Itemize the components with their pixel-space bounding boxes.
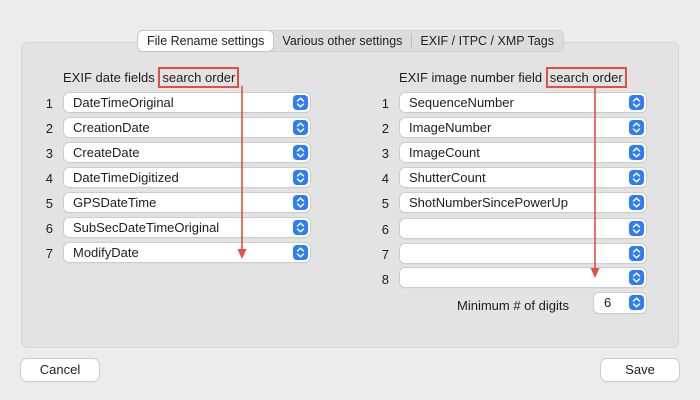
minimum-digits-stepper[interactable]: 6 — [594, 293, 646, 313]
right-number-field-select[interactable]: ShutterCount — [400, 168, 646, 187]
select-value: ShotNumberSincePowerUp — [409, 195, 568, 210]
up-down-chevron-icon[interactable] — [293, 245, 308, 260]
right-row-number: 4 — [381, 171, 389, 186]
right-number-field-select[interactable] — [400, 244, 646, 263]
up-down-chevron-icon[interactable] — [293, 195, 308, 210]
right-number-field-select[interactable]: ImageNumber — [400, 118, 646, 137]
left-date-field-select[interactable]: DateTimeDigitized — [64, 168, 310, 187]
tab-bar: File Rename settings Various other setti… — [137, 30, 565, 52]
right-row-number: 2 — [381, 121, 389, 136]
left-column-header: EXIF date fields search order — [63, 67, 240, 88]
up-down-chevron-icon[interactable] — [629, 221, 644, 236]
right-number-field-select[interactable]: ShotNumberSincePowerUp — [400, 193, 646, 212]
right-number-field-select[interactable] — [400, 268, 646, 287]
up-down-chevron-icon[interactable] — [629, 170, 644, 185]
select-value: CreationDate — [73, 120, 150, 135]
left-date-field-select[interactable]: DateTimeOriginal — [64, 93, 310, 112]
right-row-number: 1 — [381, 96, 389, 111]
select-value: CreateDate — [73, 145, 140, 160]
select-value: DateTimeDigitized — [73, 170, 179, 185]
left-header-label: EXIF date fields — [63, 70, 159, 85]
select-value: ImageCount — [409, 145, 480, 160]
up-down-chevron-icon[interactable] — [629, 295, 644, 310]
select-value: SubSecDateTimeOriginal — [73, 220, 220, 235]
tab-exif-itpc-xmp-tags[interactable]: EXIF / ITPC / XMP Tags — [411, 31, 563, 51]
up-down-chevron-icon[interactable] — [293, 220, 308, 235]
up-down-chevron-icon[interactable] — [629, 270, 644, 285]
up-down-chevron-icon[interactable] — [293, 95, 308, 110]
left-row-number: 1 — [45, 96, 53, 111]
minimum-digits-label: Minimum # of digits — [457, 298, 569, 313]
save-button[interactable]: Save — [601, 359, 679, 381]
up-down-chevron-icon[interactable] — [629, 195, 644, 210]
up-down-chevron-icon[interactable] — [629, 145, 644, 160]
left-date-field-select[interactable]: SubSecDateTimeOriginal — [64, 218, 310, 237]
right-number-field-select[interactable] — [400, 219, 646, 238]
right-number-field-select[interactable]: SequenceNumber — [400, 93, 646, 112]
left-row-number: 3 — [45, 146, 53, 161]
left-row-number: 2 — [45, 121, 53, 136]
up-down-chevron-icon[interactable] — [629, 95, 644, 110]
right-header-label: EXIF image number field — [399, 70, 546, 85]
left-header-highlight: search order — [158, 67, 240, 88]
left-date-field-select[interactable]: CreationDate — [64, 118, 310, 137]
left-row-number: 6 — [45, 221, 53, 236]
left-date-field-select[interactable]: CreateDate — [64, 143, 310, 162]
up-down-chevron-icon[interactable] — [629, 120, 644, 135]
up-down-chevron-icon[interactable] — [629, 246, 644, 261]
right-row-number: 5 — [381, 196, 389, 211]
select-value: ImageNumber — [409, 120, 492, 135]
right-row-number: 3 — [381, 146, 389, 161]
right-column-header: EXIF image number field search order — [399, 67, 627, 88]
cancel-button[interactable]: Cancel — [21, 359, 99, 381]
left-row-number: 4 — [45, 171, 53, 186]
left-date-field-select[interactable]: ModifyDate — [64, 243, 310, 262]
right-row-number: 6 — [381, 222, 389, 237]
select-value: ShutterCount — [409, 170, 486, 185]
right-row-number: 8 — [381, 272, 389, 287]
up-down-chevron-icon[interactable] — [293, 170, 308, 185]
select-value: ModifyDate — [73, 245, 139, 260]
select-value: GPSDateTime — [73, 195, 157, 210]
left-date-field-select[interactable]: GPSDateTime — [64, 193, 310, 212]
right-number-field-select[interactable]: ImageCount — [400, 143, 646, 162]
left-row-number: 5 — [45, 196, 53, 211]
right-header-highlight: search order — [545, 67, 627, 88]
up-down-chevron-icon[interactable] — [293, 120, 308, 135]
minimum-digits-value: 6 — [604, 295, 612, 310]
left-row-number: 7 — [45, 246, 53, 261]
up-down-chevron-icon[interactable] — [293, 145, 308, 160]
tab-various-other-settings[interactable]: Various other settings — [273, 31, 411, 51]
tab-file-rename-settings[interactable]: File Rename settings — [138, 31, 274, 51]
select-value: SequenceNumber — [409, 95, 514, 110]
select-value: DateTimeOriginal — [73, 95, 174, 110]
right-row-number: 7 — [381, 247, 389, 262]
